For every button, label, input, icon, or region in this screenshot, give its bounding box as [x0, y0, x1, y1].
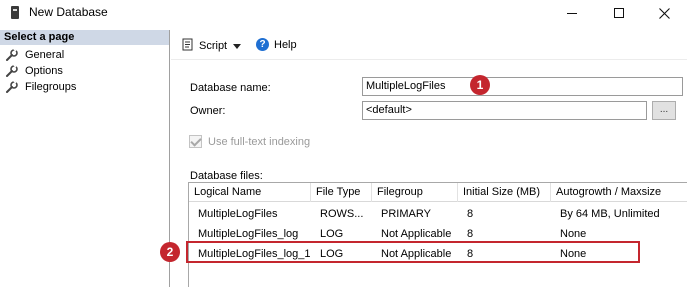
- wrench-icon: [5, 48, 19, 61]
- database-files-label: Database files:: [190, 170, 263, 182]
- column-header-logical-name[interactable]: Logical Name: [189, 183, 311, 202]
- cell-logical-name: MultipleLogFiles: [198, 208, 278, 220]
- callout-badge-1: 1: [470, 75, 490, 95]
- page-item-label: Options: [25, 64, 63, 77]
- title-bar: New Database: [0, 0, 687, 26]
- wrench-icon: [5, 64, 19, 77]
- window-title: New Database: [29, 5, 108, 19]
- page-item-filegroups[interactable]: Filegroups: [5, 79, 76, 94]
- close-button[interactable]: [641, 0, 687, 26]
- cell-initial-size: 8: [467, 208, 474, 220]
- maximize-button[interactable]: [596, 0, 642, 26]
- cell-filegroup: PRIMARY: [381, 208, 431, 220]
- callout-badge-2: 2: [160, 242, 180, 262]
- script-label: Script: [199, 40, 228, 52]
- page-item-general[interactable]: General: [5, 47, 64, 62]
- column-header-initial-size[interactable]: Initial Size (MB): [458, 183, 551, 202]
- column-header-file-type[interactable]: File Type: [311, 183, 372, 202]
- fulltext-label: Use full-text indexing: [208, 136, 311, 148]
- column-header-autogrowth[interactable]: Autogrowth / Maxsize: [551, 183, 687, 202]
- minimize-icon: [567, 12, 577, 14]
- table-row[interactable]: MultipleLogFiles ROWS... PRIMARY 8 By 64…: [189, 204, 687, 224]
- highlight-box: [186, 241, 640, 263]
- chevron-down-icon[interactable]: [233, 43, 242, 49]
- wrench-icon: [5, 80, 19, 93]
- page-item-label: General: [25, 48, 65, 61]
- minimize-button[interactable]: [549, 0, 595, 26]
- help-label: Help: [274, 38, 297, 51]
- script-button[interactable]: Script: [181, 38, 242, 54]
- script-icon: [181, 38, 194, 54]
- server-icon: [11, 6, 19, 19]
- grid-header: Logical Name File Type Filegroup Initial…: [189, 183, 687, 202]
- select-page-pane: Select a page General Options Filegroups: [0, 30, 170, 287]
- page-item-options[interactable]: Options: [5, 63, 63, 78]
- database-name-label: Database name:: [190, 82, 271, 94]
- maximize-icon: [614, 8, 624, 18]
- help-icon: ?: [256, 38, 269, 51]
- cell-file-type: ROWS...: [320, 208, 364, 220]
- owner-label: Owner:: [190, 105, 226, 117]
- select-page-header: Select a page: [0, 30, 169, 45]
- owner-input[interactable]: <default>: [362, 101, 647, 120]
- column-header-filegroup[interactable]: Filegroup: [372, 183, 458, 202]
- page-item-label: Filegroups: [25, 80, 77, 93]
- cell-autogrowth: By 64 MB, Unlimited: [560, 208, 660, 220]
- help-button[interactable]: ? Help: [256, 38, 297, 51]
- database-name-input[interactable]: MultipleLogFiles: [362, 77, 683, 96]
- close-icon: [658, 7, 670, 19]
- toolbar: Script ? Help: [171, 30, 687, 60]
- fulltext-checkbox[interactable]: [189, 135, 202, 148]
- owner-browse-button[interactable]: ...: [652, 101, 676, 120]
- database-files-grid[interactable]: Logical Name File Type Filegroup Initial…: [188, 182, 687, 287]
